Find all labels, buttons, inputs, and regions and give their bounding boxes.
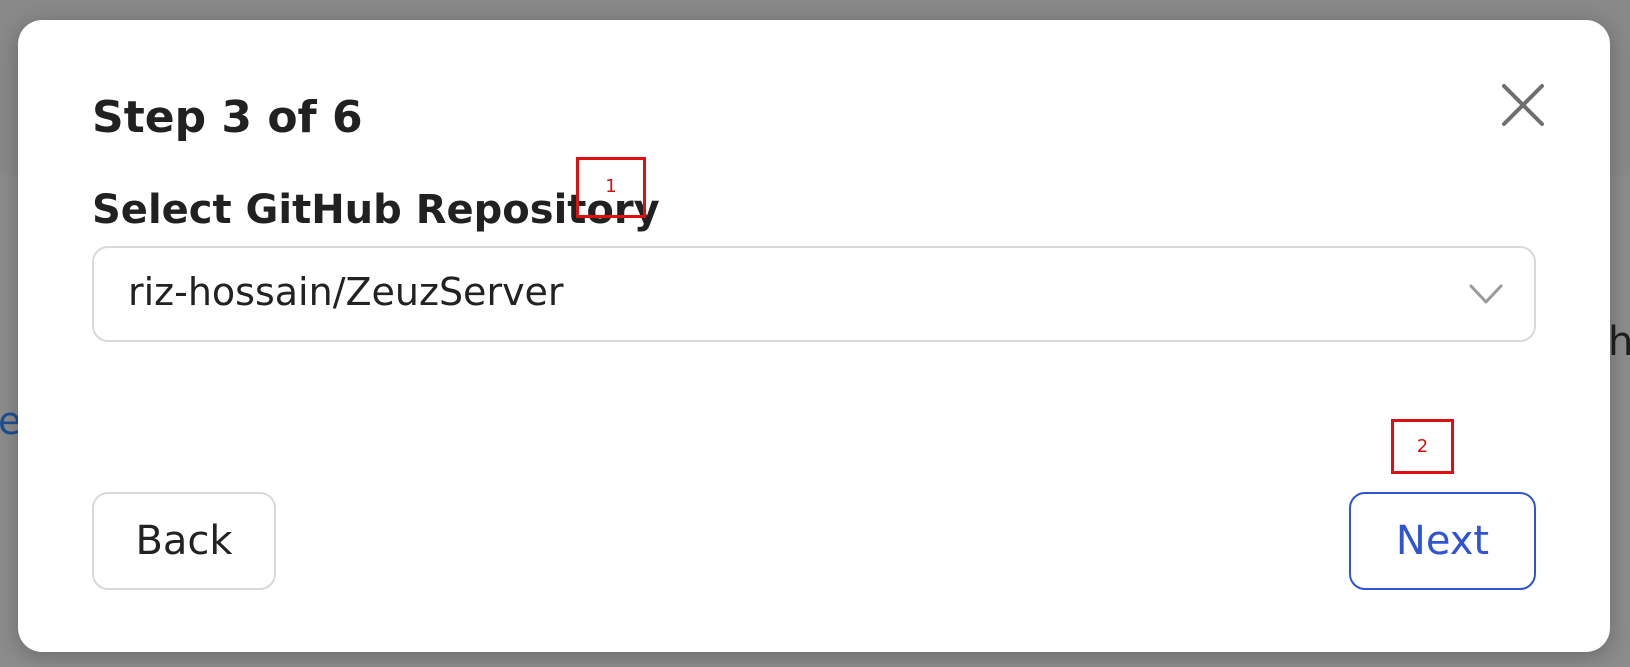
dialog-title: Step 3 of 6 bbox=[92, 92, 363, 143]
annotation-marker-2: 2 bbox=[1391, 419, 1454, 474]
repository-field-label: Select GitHub Repository bbox=[92, 187, 660, 233]
chevron-down-icon bbox=[1468, 280, 1504, 308]
background-text-fragment: h bbox=[1608, 319, 1630, 365]
repository-selected-value: riz-hossain/ZeuzServer bbox=[128, 270, 564, 314]
annotation-marker-1: 1 bbox=[576, 157, 646, 218]
step-dialog: Step 3 of 6 Select GitHub Repository riz… bbox=[18, 20, 1610, 652]
repository-select[interactable]: riz-hossain/ZeuzServer bbox=[92, 246, 1536, 342]
close-button[interactable] bbox=[1498, 80, 1548, 130]
next-button[interactable]: Next bbox=[1349, 492, 1536, 590]
close-icon bbox=[1498, 80, 1548, 130]
back-button[interactable]: Back bbox=[92, 492, 276, 590]
